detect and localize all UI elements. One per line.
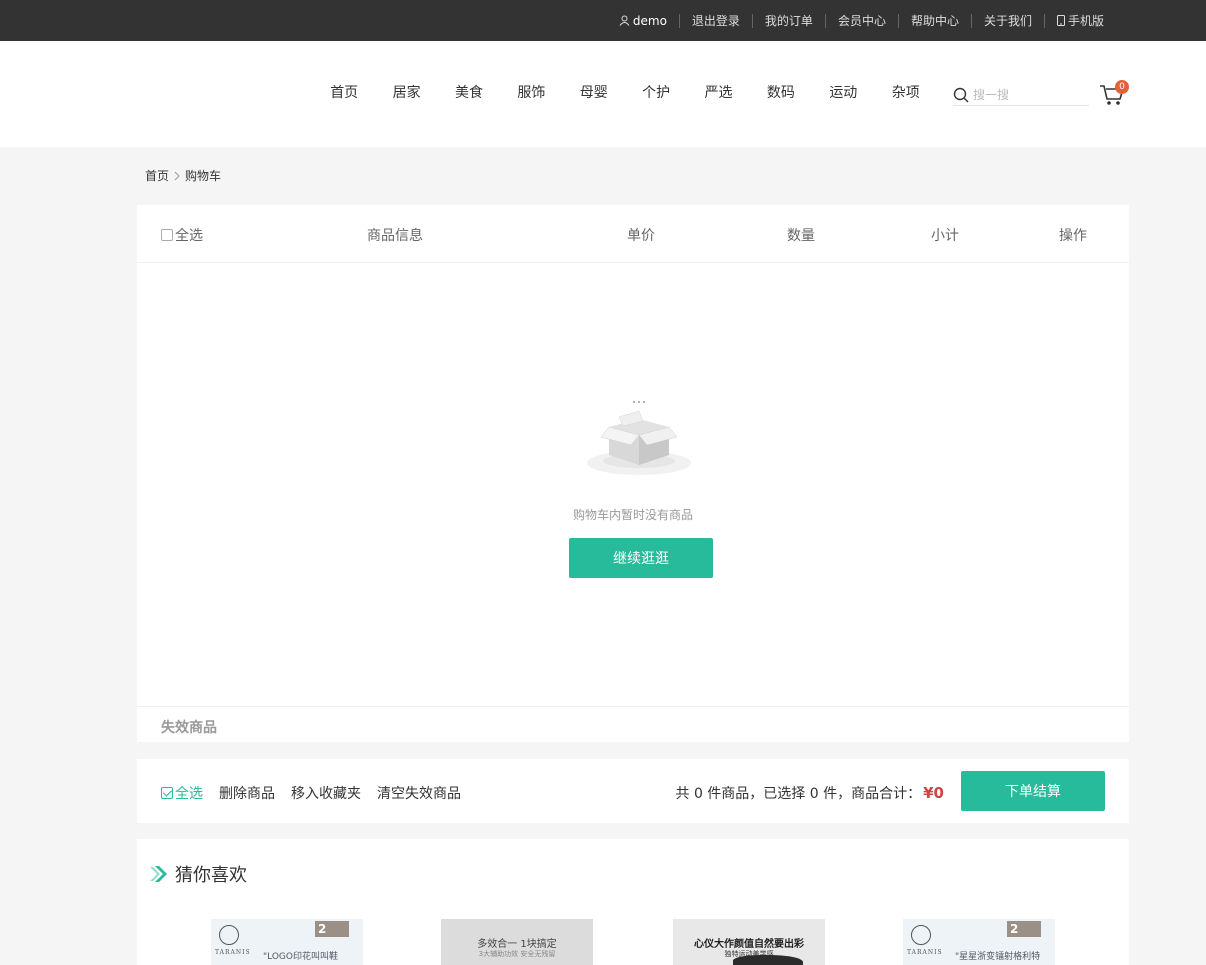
product-subline: 3大辅助功效 安全无残留 (478, 950, 556, 958)
product-caption: "LOGO印花叫叫鞋 (263, 952, 338, 962)
product-card[interactable]: 心仪大作颜值自然要出彩 独特运动美学感 (673, 919, 825, 965)
brand-logo-icon (219, 925, 239, 945)
column-quantity: 数量 (787, 228, 815, 244)
chevron-right-icon (174, 171, 180, 180)
search-input[interactable] (973, 87, 1083, 102)
my-orders-link[interactable]: 我的订单 (751, 13, 825, 28)
cart-summary: 共 0 件商品，已选择 0 件，商品合计： ¥0 (676, 783, 945, 803)
nav-item-digital[interactable]: 数码 (750, 82, 812, 102)
product-headline: 心仪大作颜值自然要出彩 (694, 939, 804, 950)
summary-text: 共 0 件商品，已选择 0 件，商品合计： (675, 786, 922, 802)
logout-link[interactable]: 退出登录 (678, 13, 752, 28)
bulk-actions: 全选 删除商品 移入收藏夹 清空失效商品 (161, 783, 477, 803)
header-select-all[interactable]: 全选 (161, 225, 203, 245)
footer-select-all[interactable]: 全选 (161, 783, 203, 803)
about-us-link[interactable]: 关于我们 (970, 13, 1044, 28)
divider (137, 706, 1129, 707)
select-all-checkbox[interactable] (161, 229, 173, 241)
select-all-label: 全选 (175, 228, 203, 244)
nav-item-personal-care[interactable]: 个护 (625, 82, 687, 102)
product-card[interactable]: 多效合一 1块搞定 3大辅助功效 安全无残留 (441, 919, 593, 965)
nav-item-sports[interactable]: 运动 (812, 82, 874, 102)
column-subtotal: 小计 (931, 228, 959, 244)
member-center-link[interactable]: 会员中心 (824, 13, 898, 28)
cart-action-bar: 全选 删除商品 移入收藏夹 清空失效商品 共 0 件商品，已选择 0 件，商品合… (137, 759, 1129, 823)
total-price: ¥0 (923, 784, 944, 802)
cart-count-badge: 0 (1115, 80, 1129, 94)
recommend-title: 猜你喜欢 (149, 861, 247, 887)
phone-icon (1056, 15, 1065, 26)
help-center-link[interactable]: 帮助中心 (897, 13, 971, 28)
product-headline: 多效合一 1块搞定 (477, 939, 557, 950)
top-links: demo 退出登录 我的订单 会员中心 帮助中心 关于我们 手机版 (607, 0, 1116, 41)
column-product-info: 商品信息 (367, 228, 423, 244)
breadcrumb-home[interactable]: 首页 (145, 167, 169, 184)
empty-box-icon (587, 401, 691, 475)
footer-select-all-checkbox[interactable] (161, 787, 173, 799)
column-actions: 操作 (1059, 228, 1087, 244)
checkout-button[interactable]: 下单结算 (961, 771, 1105, 811)
footer-select-all-label: 全选 (175, 786, 203, 802)
nav-item-baby[interactable]: 母婴 (563, 82, 625, 102)
user-link[interactable]: demo (607, 14, 679, 28)
clear-invalid-button[interactable]: 清空失效商品 (377, 783, 461, 803)
breadcrumb-current: 购物车 (185, 169, 222, 183)
product-card[interactable]: TARANIS 2 "LOGO印花叫叫鞋 (211, 919, 363, 965)
product-badge: 2 (1007, 921, 1041, 937)
recommend-products: TARANIS 2 "LOGO印花叫叫鞋 多效合一 1块搞定 3大辅助功效 安全… (137, 919, 1129, 965)
recommend-title-text: 猜你喜欢 (175, 865, 247, 886)
top-bar: demo 退出登录 我的订单 会员中心 帮助中心 关于我们 手机版 (0, 0, 1206, 41)
user-icon (619, 15, 630, 26)
product-badge: 2 (315, 921, 349, 937)
shoe-image (733, 955, 803, 965)
user-name: demo (632, 13, 667, 28)
nav-item-clothing[interactable]: 服饰 (500, 82, 562, 102)
site-header: 首页 居家 美食 服饰 母婴 个护 严选 数码 运动 杂项 0 (0, 41, 1206, 147)
mobile-link[interactable]: 手机版 (1043, 13, 1116, 28)
brand-logo-icon (911, 925, 931, 945)
search-icon[interactable] (953, 87, 969, 103)
breadcrumb: 首页 购物车 (145, 167, 221, 184)
nav-item-home-living[interactable]: 居家 (375, 82, 437, 102)
delete-items-button[interactable]: 删除商品 (219, 783, 275, 803)
invalid-items-title: 失效商品 (161, 720, 217, 736)
brand-name: TARANIS (215, 949, 251, 956)
brand-name: TARANIS (907, 949, 943, 956)
empty-cart-text: 购物车内暂时没有商品 (572, 508, 693, 522)
mobile-label: 手机版 (1067, 13, 1104, 28)
nav-item-home[interactable]: 首页 (313, 82, 375, 102)
product-caption: "星星浙变镭射格利特 (955, 952, 1041, 962)
search-box (953, 84, 1089, 106)
cart-panel: 全选 商品信息 单价 数量 小计 操作 购物车内暂时没有商品 继续逛逛 失效商品 (137, 205, 1129, 742)
product-card[interactable]: TARANIS 2 "星星浙变镭射格利特 (903, 919, 1055, 965)
continue-shopping-button[interactable]: 继续逛逛 (569, 538, 713, 578)
recommend-section: 猜你喜欢 TARANIS 2 "LOGO印花叫叫鞋 多效合一 1块搞定 3大辅助… (137, 839, 1129, 965)
cart-table-header: 全选 商品信息 单价 数量 小计 操作 (137, 205, 1129, 263)
main-nav: 首页 居家 美食 服饰 母婴 个护 严选 数码 运动 杂项 (313, 82, 937, 102)
nav-item-food[interactable]: 美食 (438, 82, 500, 102)
nav-item-misc[interactable]: 杂项 (875, 82, 937, 102)
move-to-favorites-button[interactable]: 移入收藏夹 (291, 783, 361, 803)
diamond-arrow-icon (150, 866, 167, 882)
column-unit-price: 单价 (627, 228, 655, 244)
nav-item-selected[interactable]: 严选 (687, 82, 749, 102)
